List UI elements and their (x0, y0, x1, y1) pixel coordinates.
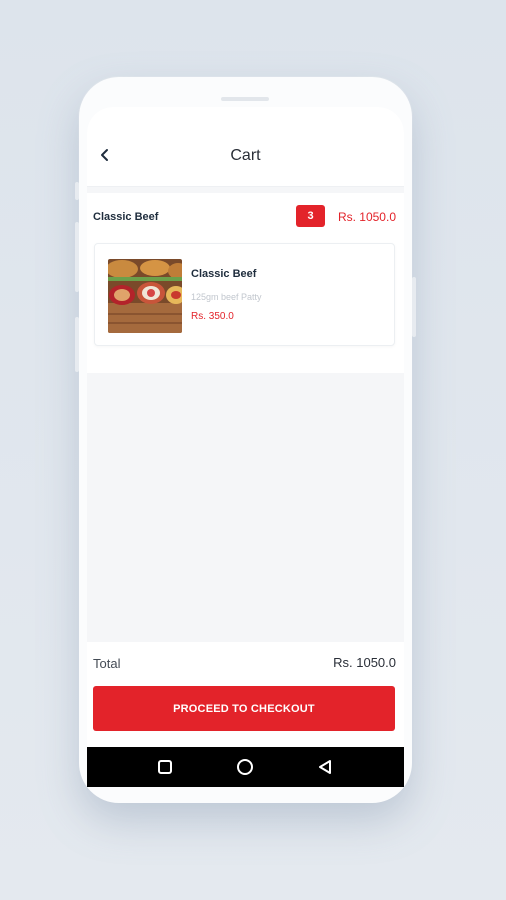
total-label: Total (93, 656, 121, 671)
page-title: Cart (230, 147, 261, 164)
cart-footer: Total Rs. 1050.0 PROCEED TO CHECKOUT (87, 642, 404, 747)
phone-frame: Cart Classic Beef 3 Rs. 1050.0 Classic B… (75, 77, 416, 803)
volume-button (75, 222, 79, 292)
item-price: Rs. 350.0 (191, 311, 234, 322)
burger-photo (108, 259, 182, 333)
item-description: 125gm beef Patty (191, 292, 262, 302)
power-button (412, 277, 416, 337)
app-bar: Cart (87, 107, 404, 187)
speaker-grille (221, 97, 269, 101)
recent-apps-icon[interactable] (155, 757, 175, 777)
total-value: Rs. 1050.0 (333, 655, 396, 670)
system-nav-bar (87, 747, 404, 787)
cart-section: Classic Beef 3 Rs. 1050.0 Classic Beef 1… (87, 193, 404, 373)
volume-button-lower (75, 317, 79, 372)
home-icon[interactable] (235, 757, 255, 777)
back-nav-icon[interactable] (315, 757, 335, 777)
cart-item-card[interactable]: Classic Beef 125gm beef Patty Rs. 350.0 (94, 243, 395, 346)
app-screen: Cart Classic Beef 3 Rs. 1050.0 Classic B… (87, 107, 404, 787)
mute-switch (75, 182, 79, 200)
section-total: Rs. 1050.0 (337, 210, 396, 224)
item-name: Classic Beef (191, 268, 257, 280)
proceed-to-checkout-button[interactable]: PROCEED TO CHECKOUT (93, 686, 395, 731)
quantity-badge: 3 (296, 205, 325, 227)
section-name: Classic Beef (93, 211, 159, 223)
